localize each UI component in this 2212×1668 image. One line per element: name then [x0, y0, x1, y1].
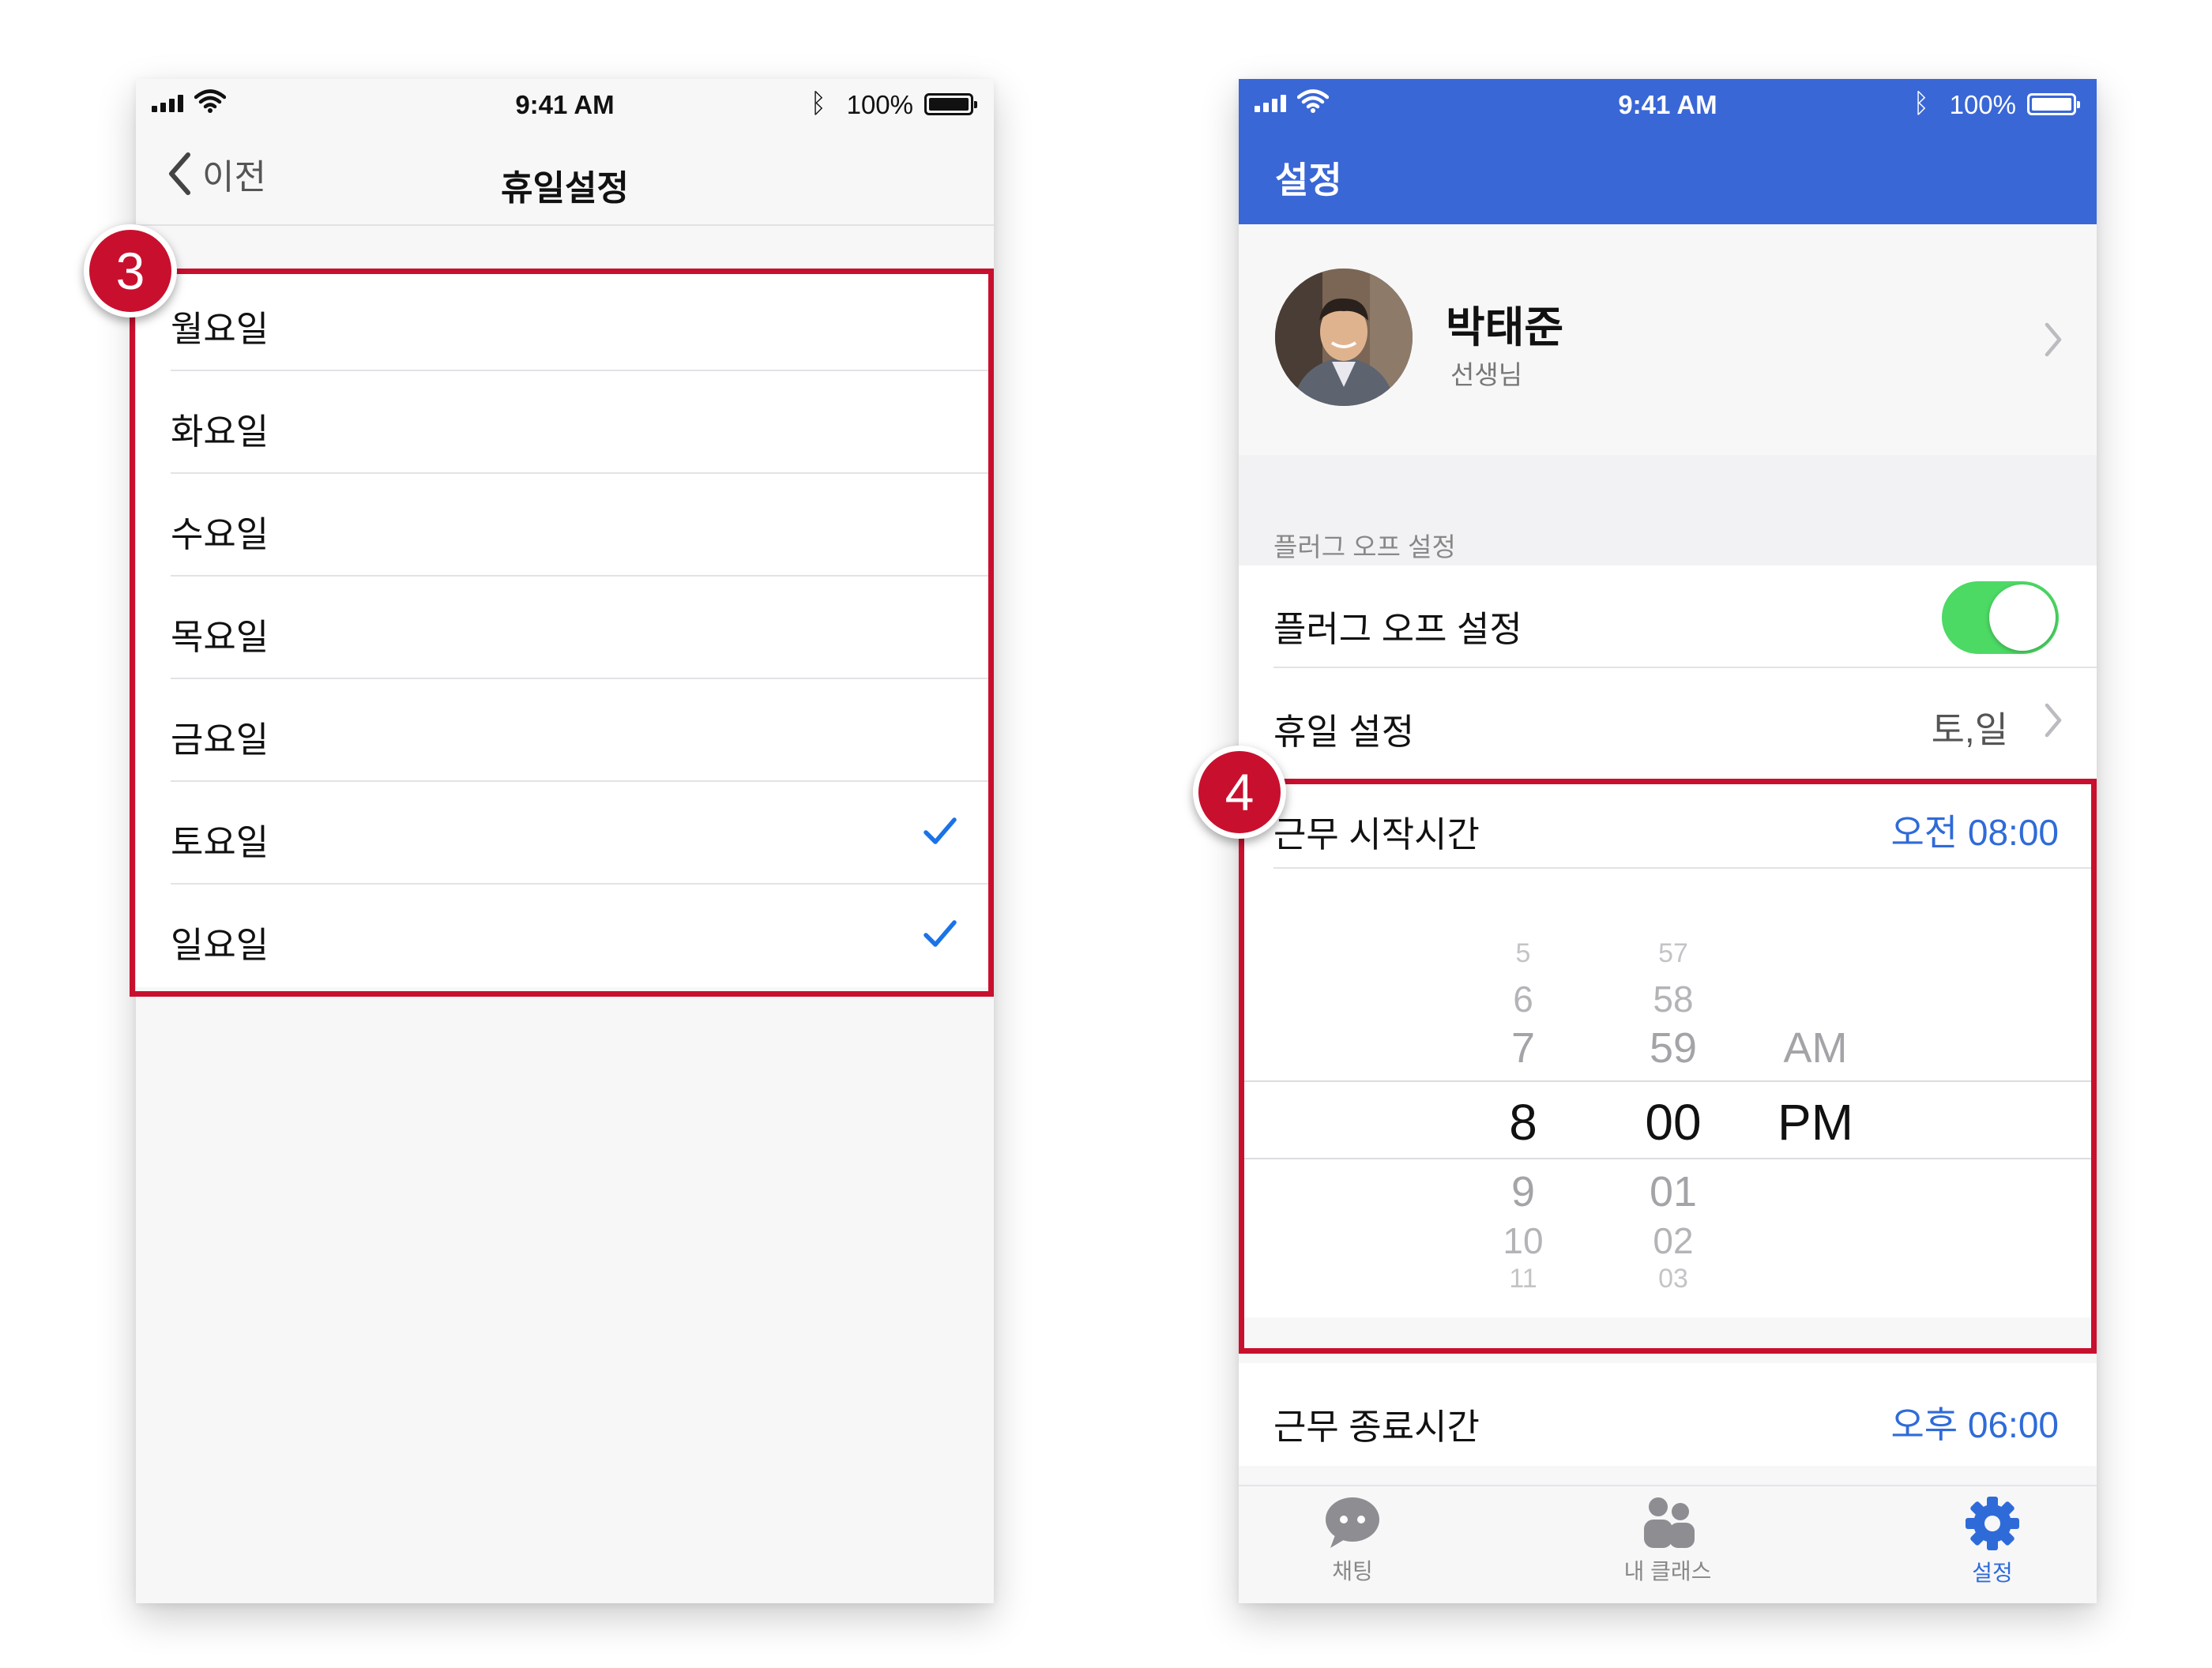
- people-icon: [1644, 1497, 1695, 1548]
- work-end-row[interactable]: 근무 종료시간 오후 06:00: [1239, 1363, 2097, 1466]
- holiday-setting-row[interactable]: 휴일 설정 토,일: [1239, 668, 2097, 771]
- bluetooth-icon: ᛒ: [1913, 88, 1929, 118]
- plug-off-row: 플러그 오프 설정: [1239, 565, 2097, 668]
- navigation-bar: 이전 휴일설정: [136, 133, 994, 226]
- gear-icon: [1966, 1497, 2019, 1550]
- status-bar: 9:41 AM ᛒ 100%: [1239, 79, 2097, 133]
- work-end-label: 근무 종료시간: [1273, 1407, 1480, 1447]
- section-title: 플러그 오프 설정: [1273, 532, 1456, 562]
- chat-bubble-icon: [1326, 1497, 1379, 1548]
- tab-bar: 채팅 내 클래스 설정: [1239, 1485, 2097, 1603]
- tab-label: 내 클래스: [1623, 1559, 1712, 1583]
- chevron-right-icon: [2045, 703, 2062, 738]
- tab-settings[interactable]: 설정: [1898, 1496, 2087, 1587]
- step-badge-3: 3: [84, 224, 177, 317]
- tab-label: 채팅: [1332, 1559, 1373, 1583]
- section-header: 플러그 오프 설정: [1239, 455, 2097, 565]
- avatar: [1275, 269, 1413, 406]
- bluetooth-icon: ᛒ: [810, 88, 826, 118]
- step-badge-4: 4: [1193, 746, 1286, 839]
- page-title: 휴일설정: [501, 169, 629, 208]
- holiday-setting-label: 휴일 설정: [1273, 712, 1415, 752]
- tab-my-class[interactable]: 내 클래스: [1573, 1496, 1762, 1586]
- battery-percent: 100%: [1949, 90, 2016, 119]
- profile-name: 박태준: [1446, 304, 1564, 351]
- tab-label: 설정: [1972, 1561, 2013, 1585]
- settings-header: 9:41 AM ᛒ 100% 설정: [1239, 79, 2097, 224]
- battery-icon: [924, 93, 977, 115]
- profile-role: 선생님: [1450, 360, 1523, 389]
- work-end-value: 오후 06:00: [1890, 1404, 2059, 1445]
- profile-row[interactable]: 박태준 선생님: [1239, 224, 2097, 455]
- highlight-box-days: [130, 269, 994, 997]
- tab-chat[interactable]: 채팅: [1258, 1496, 1447, 1586]
- battery-icon: [2027, 93, 2080, 115]
- chevron-right-icon: [2045, 322, 2062, 357]
- plug-off-label: 플러그 오프 설정: [1273, 609, 1522, 649]
- holiday-setting-value: 토,일: [1931, 709, 2008, 750]
- battery-percent: 100%: [846, 90, 913, 119]
- page-title: 설정: [1275, 160, 1342, 201]
- plug-off-toggle[interactable]: [1942, 581, 2059, 654]
- highlight-box-work-start: [1239, 779, 2097, 1354]
- status-bar: 9:41 AM ᛒ 100%: [136, 79, 994, 133]
